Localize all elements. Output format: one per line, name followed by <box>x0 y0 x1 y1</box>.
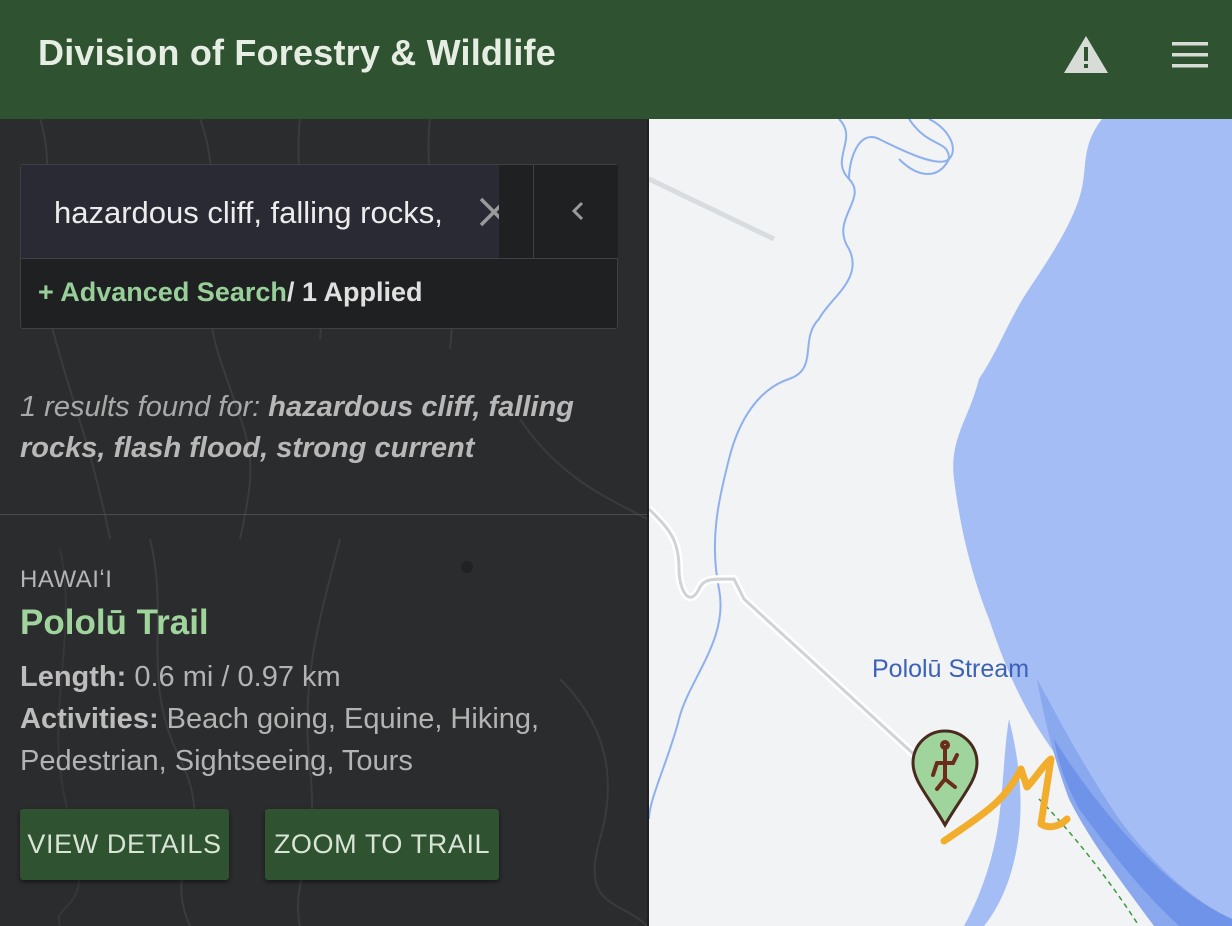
warning-triangle-icon <box>1064 36 1108 73</box>
search-input[interactable] <box>54 193 464 233</box>
results-prefix: 1 results found for: <box>20 391 269 423</box>
stream-label: Pololū Stream <box>872 655 1030 683</box>
chevron-left-icon <box>571 201 584 221</box>
stream-line-3 <box>848 119 954 180</box>
search-row-divider <box>21 258 617 259</box>
input-scroll-gutter <box>499 165 533 258</box>
map-canvas[interactable]: Pololū Stream <box>649 119 1232 926</box>
trail-marker[interactable] <box>909 727 981 831</box>
main-menu-button[interactable] <box>1168 38 1212 72</box>
road <box>649 176 776 242</box>
length-value: 0.6 mi / 0.97 km <box>126 661 341 693</box>
zoom-to-trail-button[interactable]: ZOOM TO TRAIL <box>265 809 499 880</box>
hamburger-menu-icon <box>1172 42 1208 68</box>
stream-line <box>649 119 856 820</box>
petroglyph-hiker-icon <box>911 729 979 829</box>
length-label: Length: <box>20 661 127 693</box>
search-panel: + Advanced Search / 1 Applied 1 results … <box>0 119 647 926</box>
advanced-search-link[interactable]: + Advanced Search <box>38 277 287 308</box>
collapse-panel-button[interactable] <box>533 165 618 258</box>
trail-activities: Activities: Beach going, Equine, Hiking,… <box>20 698 620 782</box>
main-road <box>649 507 921 761</box>
search-box: + Advanced Search / 1 Applied <box>20 164 618 329</box>
app-header: Division of Forestry & Wildlife <box>0 0 1232 119</box>
applied-filters-count: / 1 Applied <box>287 277 423 307</box>
trail-name-link[interactable]: Pololū Trail <box>20 603 209 643</box>
trail-region: HAWAIʻI <box>20 566 113 593</box>
results-summary: 1 results found for: hazardous cliff, fa… <box>20 387 620 469</box>
trail-length: Length: 0.6 mi / 0.97 km <box>20 656 620 698</box>
alerts-button[interactable] <box>1062 32 1110 76</box>
results-divider <box>0 514 647 515</box>
search-input-wrap <box>21 165 533 258</box>
view-details-button[interactable]: VIEW DETAILS <box>20 809 229 880</box>
app-title: Division of Forestry & Wildlife <box>38 32 556 73</box>
activities-label: Activities: <box>20 703 159 735</box>
